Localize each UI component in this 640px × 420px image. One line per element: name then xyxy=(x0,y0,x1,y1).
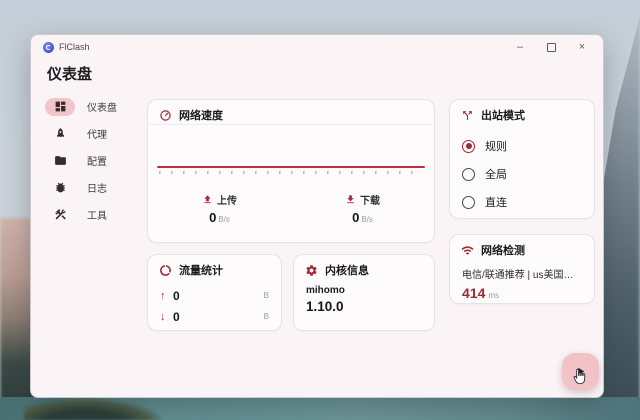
network-speed-card: 网络速度 上传 0B/s 下载 xyxy=(147,99,435,243)
traffic-rows: ↑ 0 B ↓ 0 B xyxy=(148,283,281,327)
latency-value: 414 xyxy=(462,285,485,301)
upload-value: 0 xyxy=(209,210,216,225)
gear-icon xyxy=(305,264,318,277)
mode-option-global[interactable]: 全局 xyxy=(462,160,582,188)
traffic-stats-header: 流量统计 xyxy=(148,255,281,283)
mode-option-rule[interactable]: 规则 xyxy=(462,132,582,160)
radio-unselected-icon xyxy=(462,196,475,209)
download-label: 下载 xyxy=(360,192,380,207)
titlebar[interactable]: FlClash – × xyxy=(31,35,603,59)
speed-stats: 上传 0B/s 下载 0B/s xyxy=(148,192,434,225)
traffic-stats-card: 流量统计 ↑ 0 B ↓ 0 B xyxy=(147,254,282,331)
core-name: mihomo xyxy=(294,283,434,296)
close-icon: × xyxy=(579,41,585,53)
sidebar-item-label: 工具 xyxy=(87,207,107,222)
download-stat: 下载 0B/s xyxy=(291,192,434,225)
app-title: FlClash xyxy=(59,42,90,52)
down-arrow-icon: ↓ xyxy=(160,311,173,323)
upload-stat: 上传 0B/s xyxy=(148,192,291,225)
mode-radio-group: 规则 全局 直连 xyxy=(450,128,594,216)
latency-unit: ms xyxy=(488,291,499,300)
sidebar-item-dashboard[interactable]: 仪表盘 xyxy=(45,93,137,120)
outbound-mode-card: 出站模式 规则 全局 直连 xyxy=(449,99,595,219)
dashboard-icon xyxy=(45,98,75,116)
traffic-up-unit: B xyxy=(264,291,269,300)
page-title: 仪表盘 xyxy=(47,63,92,84)
sidebar-item-profiles[interactable]: 配置 xyxy=(45,147,137,174)
sidebar-item-label: 配置 xyxy=(87,153,107,168)
app-logo-icon xyxy=(43,42,54,53)
mode-option-label: 直连 xyxy=(485,194,507,210)
close-button[interactable]: × xyxy=(573,39,591,55)
minimize-button[interactable]: – xyxy=(511,39,529,55)
desktop: FlClash – × 仪表盘 仪表盘 xyxy=(0,0,640,420)
download-value: 0 xyxy=(352,210,359,225)
traffic-up-value: 0 xyxy=(173,289,180,303)
speed-chart xyxy=(157,130,425,178)
mode-option-label: 规则 xyxy=(485,138,507,154)
speed-chart-line xyxy=(157,166,425,168)
card-title: 网络速度 xyxy=(179,107,223,123)
rocket-icon xyxy=(45,125,75,143)
card-title: 流量统计 xyxy=(179,262,223,278)
traffic-down-unit: B xyxy=(264,312,269,321)
outbound-mode-header: 出站模式 xyxy=(450,100,594,128)
radio-selected-icon xyxy=(462,140,475,153)
traffic-down-row: ↓ 0 B xyxy=(160,306,269,327)
download-unit: B/s xyxy=(361,215,373,224)
maximize-icon xyxy=(547,43,556,52)
app-window: FlClash – × 仪表盘 仪表盘 xyxy=(30,34,604,398)
upload-unit: B/s xyxy=(218,215,230,224)
upload-icon xyxy=(202,194,213,205)
upload-label: 上传 xyxy=(217,192,237,207)
maximize-button[interactable] xyxy=(542,39,560,55)
mode-option-label: 全局 xyxy=(485,166,507,182)
card-title: 网络检测 xyxy=(481,242,525,258)
sidebar-item-label: 日志 xyxy=(87,180,107,195)
test-latency: 414 ms xyxy=(450,281,594,301)
up-arrow-icon: ↑ xyxy=(160,290,173,302)
card-title: 出站模式 xyxy=(481,107,525,123)
tools-icon xyxy=(45,206,75,224)
sidebar-item-proxy[interactable]: 代理 xyxy=(45,120,137,147)
radio-unselected-icon xyxy=(462,168,475,181)
card-title: 内核信息 xyxy=(325,262,369,278)
divider xyxy=(148,124,434,125)
mode-option-direct[interactable]: 直连 xyxy=(462,188,582,216)
traffic-down-value: 0 xyxy=(173,310,180,324)
sidebar: 仪表盘 代理 配置 日志 xyxy=(45,93,137,228)
window-controls: – × xyxy=(511,39,591,55)
sidebar-item-tools[interactable]: 工具 xyxy=(45,201,137,228)
traffic-up-row: ↑ 0 B xyxy=(160,285,269,306)
minimize-icon: – xyxy=(517,41,523,53)
speed-chart-ticks xyxy=(159,171,423,174)
sidebar-item-label: 仪表盘 xyxy=(87,99,117,114)
start-proxy-button[interactable] xyxy=(562,353,599,390)
core-version: 1.10.0 xyxy=(294,296,434,314)
wallpaper-rock xyxy=(24,398,164,420)
wifi-icon xyxy=(461,244,474,257)
core-info-card: 内核信息 mihomo 1.10.0 xyxy=(293,254,435,331)
network-test-header: 网络检测 xyxy=(450,235,594,263)
core-info-header: 内核信息 xyxy=(294,255,434,283)
download-icon xyxy=(345,194,356,205)
sidebar-item-logs[interactable]: 日志 xyxy=(45,174,137,201)
bug-icon xyxy=(45,179,75,197)
call-split-icon xyxy=(461,109,474,122)
play-icon xyxy=(574,365,587,378)
sidebar-item-label: 代理 xyxy=(87,126,107,141)
network-test-card[interactable]: 网络检测 电信/联通推荐 | us美国洛杉... 414 ms xyxy=(449,234,595,304)
data-usage-icon xyxy=(159,264,172,277)
speedometer-icon xyxy=(159,109,172,122)
folder-icon xyxy=(45,152,75,170)
test-node-name: 电信/联通推荐 | us美国洛杉... xyxy=(450,263,594,281)
